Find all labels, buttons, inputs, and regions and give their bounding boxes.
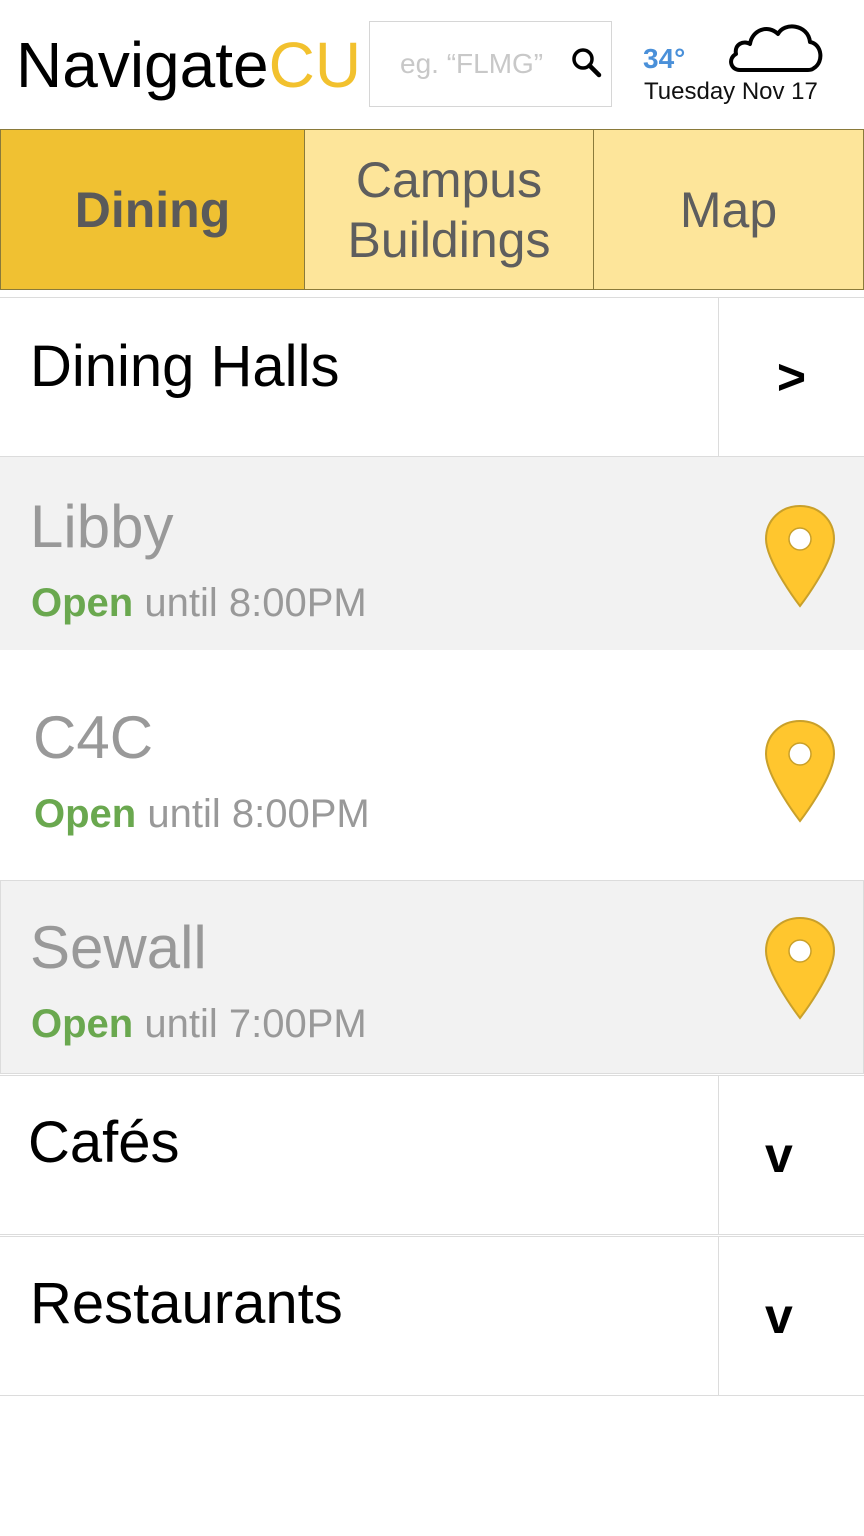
logo-main-text: Navigate: [16, 29, 269, 101]
main-tabs: Dining Campus Buildings Map: [0, 129, 864, 290]
weather-widget: 34° Tuesday Nov 17: [640, 18, 855, 118]
tab-campus-buildings-label: Campus Buildings: [348, 150, 551, 270]
section-cafes[interactable]: Cafés v: [0, 1075, 864, 1235]
hall-status: Open until 7:00PM: [31, 1002, 367, 1046]
open-status-word: Open: [31, 1002, 134, 1046]
app-header: NavigateCU 34° Tuesday Nov 17: [0, 0, 864, 130]
section-restaurants-label: Restaurants: [30, 1271, 343, 1336]
list-item-libby[interactable]: Libby Open until 8:00PM: [0, 457, 864, 650]
section-restaurants[interactable]: Restaurants v: [0, 1236, 864, 1396]
current-date: Tuesday Nov 17: [644, 78, 818, 105]
cloud-icon: [729, 24, 823, 72]
section-dining-halls-label: Dining Halls: [30, 334, 340, 399]
hall-status: Open until 8:00PM: [34, 792, 370, 836]
map-pin-icon[interactable]: [764, 719, 836, 823]
hall-name: Libby: [30, 493, 174, 560]
search-input[interactable]: [380, 44, 580, 84]
dining-halls-expand-button[interactable]: >: [718, 297, 864, 457]
tab-dining-label: Dining: [74, 181, 231, 238]
tab-map[interactable]: Map: [594, 129, 864, 290]
app-logo[interactable]: NavigateCU: [16, 30, 361, 100]
cafes-expand-button[interactable]: v: [718, 1075, 864, 1235]
open-status-word: Open: [34, 792, 137, 836]
list-item-c4c[interactable]: C4C Open until 8:00PM: [0, 650, 864, 880]
logo-accent-text: CU: [268, 29, 362, 101]
section-cafes-label: Cafés: [28, 1110, 180, 1175]
search-box: [369, 21, 612, 107]
section-dining-halls[interactable]: Dining Halls >: [0, 297, 864, 457]
hall-name: C4C: [33, 704, 154, 771]
map-pin-icon[interactable]: [764, 504, 836, 608]
list-item-sewall[interactable]: Sewall Open until 7:00PM: [0, 880, 864, 1074]
tab-campus-buildings[interactable]: Campus Buildings: [305, 129, 594, 290]
search-icon[interactable]: [570, 46, 604, 80]
tab-map-label: Map: [679, 181, 778, 238]
tab-campus-line2: Buildings: [347, 211, 551, 268]
open-status-detail: until 8:00PM: [136, 792, 370, 836]
open-status-word: Open: [31, 581, 134, 625]
tab-campus-line1: Campus: [355, 151, 543, 208]
map-pin-icon[interactable]: [764, 916, 836, 1020]
open-status-detail: until 7:00PM: [133, 1002, 367, 1046]
tab-dining[interactable]: Dining: [0, 129, 305, 290]
hall-name: Sewall: [30, 914, 207, 981]
hall-status: Open until 8:00PM: [31, 581, 367, 625]
open-status-detail: until 8:00PM: [133, 581, 367, 625]
temperature: 34°: [643, 43, 686, 74]
restaurants-expand-button[interactable]: v: [718, 1236, 864, 1396]
